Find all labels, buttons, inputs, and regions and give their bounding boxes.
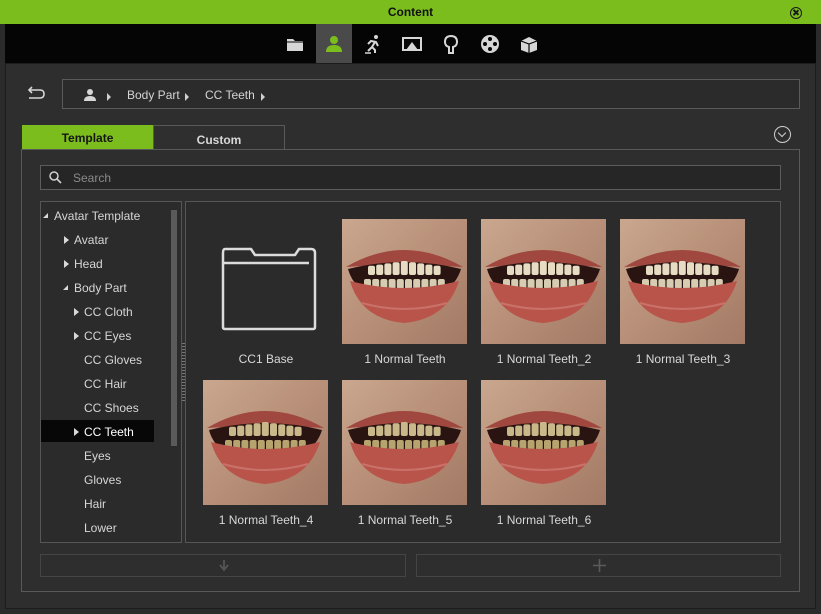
item-caption: 1 Normal Teeth_2: [496, 352, 592, 366]
item-caption: 1 Normal Teeth_4: [218, 513, 314, 527]
chevron-down-icon[interactable]: [774, 126, 791, 143]
teeth-thumbnail: [620, 219, 745, 344]
teeth-thumbnail: [481, 219, 606, 344]
tree-icon[interactable]: [433, 24, 469, 63]
expand-arrow-icon[interactable]: [64, 236, 69, 244]
tree-item-label: CC Teeth: [84, 425, 134, 439]
tree-item-label: CC Shoes: [84, 401, 139, 415]
tree-item[interactable]: Body Part: [41, 276, 154, 298]
item-caption: 1 Normal Teeth_5: [357, 513, 453, 527]
teeth-thumbnail: [481, 380, 606, 505]
add-button[interactable]: [416, 554, 781, 577]
tree-item[interactable]: CC Hair: [41, 372, 154, 394]
expand-arrow-icon[interactable]: [74, 332, 79, 340]
tree-item[interactable]: CC Cloth: [41, 300, 154, 322]
tree-item-label: Avatar Template: [54, 209, 141, 223]
breadcrumb-separator-icon: [185, 93, 189, 101]
teeth-thumbnail: [342, 380, 467, 505]
teeth-thumbnail: [203, 380, 328, 505]
tree-item-label: CC Cloth: [84, 305, 133, 319]
breadcrumb-separator-icon: [107, 93, 111, 101]
window-title: Content: [387, 5, 434, 19]
breadcrumb-item-body-part[interactable]: Body Part: [127, 88, 180, 102]
plus-icon: [593, 559, 606, 572]
tree-item[interactable]: CC Eyes: [41, 324, 154, 346]
tree-item-label: Lower: [84, 521, 117, 535]
avatar-icon[interactable]: [83, 88, 97, 102]
tree-item-label: Body Part: [74, 281, 127, 295]
tab-custom[interactable]: Custom: [153, 125, 285, 150]
motion-icon[interactable]: [355, 24, 391, 63]
search-box: [40, 165, 781, 190]
tree-item-label: CC Hair: [84, 377, 127, 391]
content-item[interactable]: 1 Normal Teeth_4: [203, 380, 329, 545]
tree-item-label: Hair: [84, 497, 107, 511]
tab-template[interactable]: Template: [22, 125, 153, 150]
title-bar: Content: [0, 0, 821, 24]
item-caption: 1 Normal Teeth_3: [635, 352, 731, 366]
collapse-arrow-icon[interactable]: [43, 213, 48, 218]
close-icon[interactable]: [790, 7, 802, 19]
content-item[interactable]: 1 Normal Teeth_2: [481, 219, 607, 384]
back-icon[interactable]: [26, 86, 46, 102]
expand-arrow-icon[interactable]: [74, 308, 79, 316]
content-item[interactable]: 1 Normal Teeth: [342, 219, 468, 384]
teeth-thumbnail: [342, 219, 467, 344]
folder-icon[interactable]: [277, 24, 313, 63]
tree-item[interactable]: Gloves: [41, 468, 154, 490]
tree-item-label: CC Gloves: [84, 353, 143, 367]
item-caption: CC1 Base: [238, 352, 294, 366]
tree-item-label: Gloves: [84, 473, 122, 487]
tree-item[interactable]: CC Shoes: [41, 396, 154, 418]
expand-arrow-icon[interactable]: [64, 260, 69, 268]
category-tree: Avatar Template Avatar Head Body Part CC Clo…: [40, 201, 182, 543]
download-icon: [219, 560, 229, 572]
tree-item-label: Eyes: [84, 449, 111, 463]
breadcrumb: Body Part CC Teeth: [62, 79, 800, 109]
item-caption: 1 Normal Teeth: [364, 352, 446, 366]
breadcrumb-separator-icon: [261, 93, 265, 101]
download-button[interactable]: [40, 554, 406, 577]
folder-icon: [221, 247, 317, 331]
tree-item-label: Avatar: [74, 233, 109, 247]
content-item[interactable]: 1 Normal Teeth_3: [620, 219, 746, 384]
tree-item-label: Head: [74, 257, 103, 271]
tree-item[interactable]: Head: [41, 252, 154, 274]
avatar-icon[interactable]: [316, 24, 352, 63]
content-item[interactable]: 1 Normal Teeth_5: [342, 380, 468, 545]
search-icon: [49, 171, 62, 184]
box-icon[interactable]: [511, 24, 547, 63]
tree-scrollbar[interactable]: [171, 210, 177, 446]
content-item[interactable]: 1 Normal Teeth_6: [481, 380, 607, 545]
item-caption: 1 Normal Teeth_6: [496, 513, 592, 527]
breadcrumb-item-cc-teeth[interactable]: CC Teeth: [205, 88, 255, 102]
tree-item[interactable]: Hair: [41, 492, 154, 514]
tree-item[interactable]: Eyes: [41, 444, 154, 466]
content-grid: CC1 Base 1 Normal Teeth 1 Normal Teeth_2 1 …: [185, 201, 781, 543]
collapse-arrow-icon[interactable]: [63, 285, 68, 290]
folder-item[interactable]: CC1 Base: [203, 219, 329, 384]
film-reel-icon[interactable]: [472, 24, 508, 63]
tree-item[interactable]: CC Teeth: [41, 420, 154, 442]
tree-item[interactable]: CC Gloves: [41, 348, 154, 370]
tree-item-label: CC Eyes: [84, 329, 132, 343]
tree-item[interactable]: Lower: [41, 516, 154, 538]
content-toolbar: [5, 24, 816, 63]
tree-item[interactable]: Avatar Template: [41, 204, 154, 226]
search-input[interactable]: [73, 169, 763, 187]
tree-item[interactable]: Avatar: [41, 228, 154, 250]
expand-arrow-icon[interactable]: [74, 428, 79, 436]
stage-icon[interactable]: [394, 24, 430, 63]
